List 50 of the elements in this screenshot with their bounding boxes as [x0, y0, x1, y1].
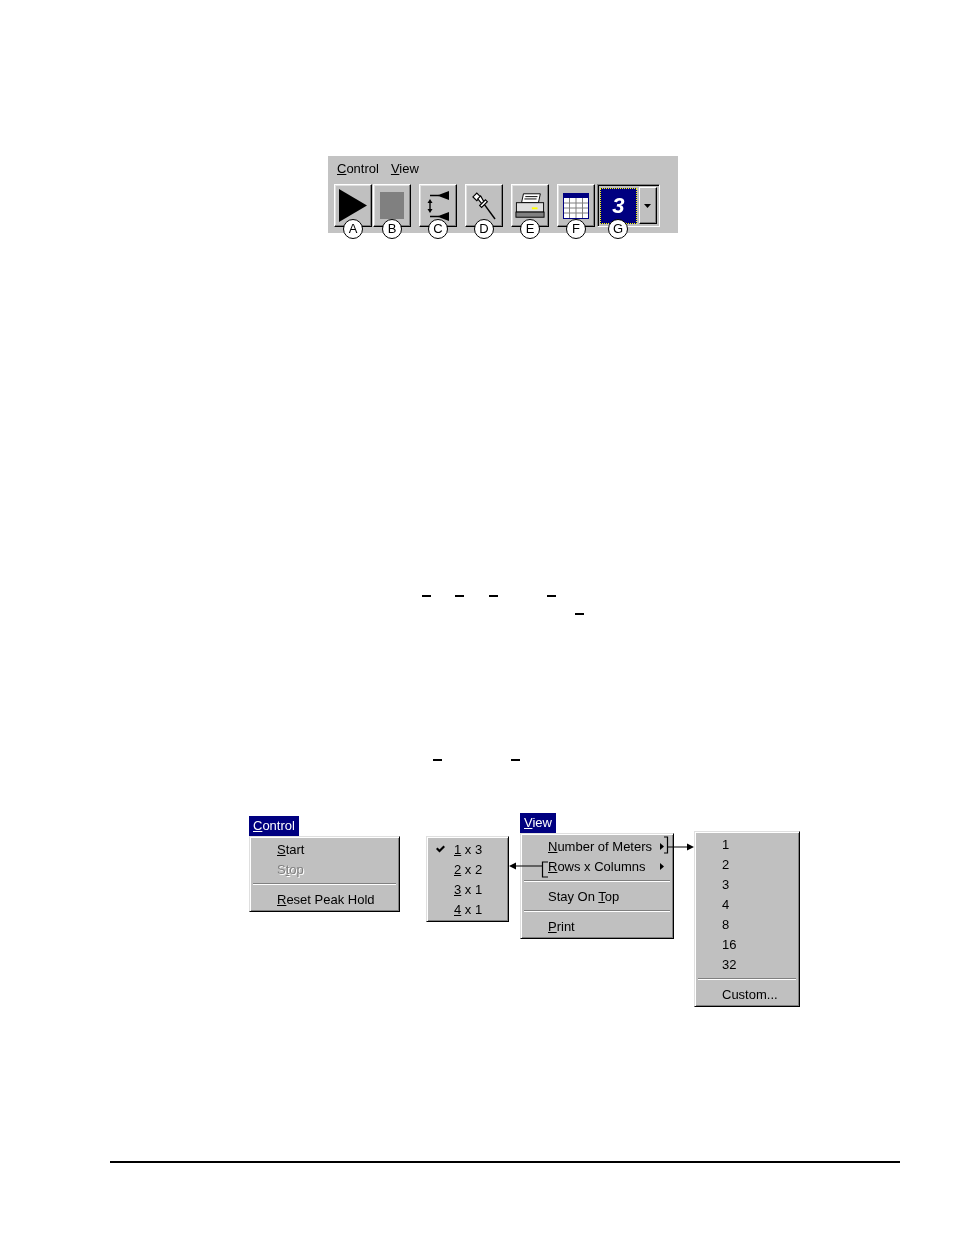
menu-title[interactable]: Control [249, 816, 299, 836]
menu-title[interactable]: View [520, 813, 556, 833]
callout-letter: C [428, 219, 448, 239]
grid-icon [563, 192, 589, 219]
menu-item[interactable]: 4 [697, 894, 797, 914]
menu-item[interactable]: Print [523, 916, 671, 936]
callout-letter: D [474, 219, 494, 239]
menu-item[interactable]: Rows x Columns [523, 856, 671, 876]
dash-mark [433, 759, 442, 761]
menu-item[interactable]: 1 [697, 834, 797, 854]
dash-mark [547, 595, 556, 597]
menu-item[interactable]: Number of Meters [523, 836, 671, 856]
caret-down-icon [644, 203, 652, 208]
dash-mark [575, 613, 584, 615]
menu-item[interactable]: Reset Peak Hold [252, 889, 397, 909]
play-icon [339, 189, 367, 222]
menu-item[interactable]: 2 [697, 854, 797, 874]
menu-item[interactable]: 32 [697, 954, 797, 974]
menu-bar-item[interactable]: Control [331, 159, 385, 177]
range-markers-icon [427, 190, 449, 221]
dash-mark [489, 595, 498, 597]
check-icon [436, 845, 445, 853]
callout-arrow [509, 861, 549, 878]
menu-item[interactable]: 2 x 2 [429, 859, 506, 879]
callout-letter: A [343, 219, 363, 239]
callout-letter: G [608, 219, 628, 239]
pushpin-icon [472, 191, 496, 220]
dropdown-button[interactable] [638, 187, 657, 224]
menu-item[interactable]: Custom... [697, 984, 797, 1004]
callout-letter: F [566, 219, 586, 239]
meter-count-value: 3 [600, 187, 637, 224]
callout-arrow [663, 836, 694, 854]
dash-mark [455, 595, 464, 597]
stop-icon [380, 192, 404, 219]
dash-mark [422, 595, 431, 597]
caret-right-icon [660, 842, 664, 850]
callout-letter: B [382, 219, 402, 239]
printer-icon [515, 193, 545, 218]
caret-right-icon [660, 862, 664, 870]
menu-item[interactable]: 1 x 3 [429, 839, 506, 859]
menu-item[interactable]: Start [252, 839, 397, 859]
menu-item[interactable]: 3 [697, 874, 797, 894]
menu-item[interactable]: Stay On Top [523, 886, 671, 906]
menu-bar-item[interactable]: View [384, 159, 425, 177]
menu-item[interactable]: 8 [697, 914, 797, 934]
menu-item[interactable]: 3 x 1 [429, 879, 506, 899]
callout-letter: E [520, 219, 540, 239]
menu-item[interactable]: 16 [697, 934, 797, 954]
menu-item[interactable]: 4 x 1 [429, 899, 506, 919]
dash-mark [511, 759, 520, 761]
